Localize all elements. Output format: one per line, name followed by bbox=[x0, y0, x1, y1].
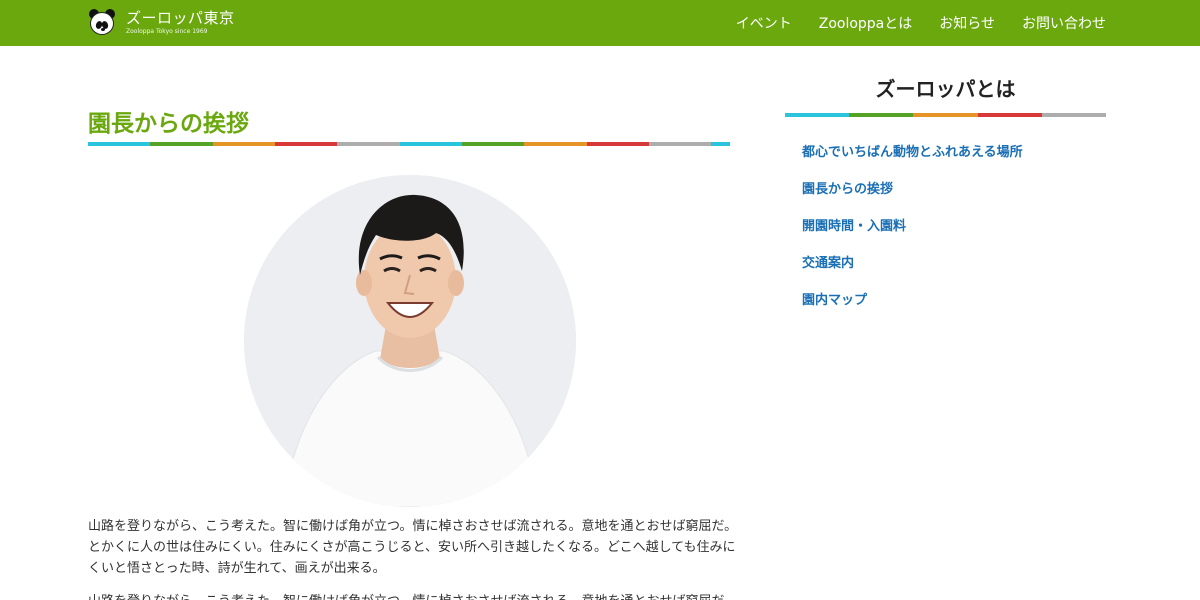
sidebar-link-fureai[interactable]: 都心でいちばん動物とふれあえる場所 bbox=[802, 145, 1023, 160]
sidebar-link-hours[interactable]: 開園時間・入園料 bbox=[802, 219, 906, 234]
site-subtitle: Zooloppa Tokyo since 1969 bbox=[126, 28, 208, 35]
page-title: 園長からの挨拶 bbox=[88, 111, 249, 137]
site-logo[interactable]: ズーロッパ東京 Zooloppa Tokyo since 1969 bbox=[88, 9, 235, 37]
greeting-paragraph: 山路を登りながら、こう考えた。智に働けば角が立つ。情に棹さおさせば流される。意地… bbox=[88, 519, 738, 576]
sidebar-title: ズーロッパとは bbox=[875, 77, 1016, 101]
nav-item-contact[interactable]: お問い合わせ bbox=[1022, 13, 1106, 33]
site-header: ズーロッパ東京 Zooloppa Tokyo since 1969 イベント Z… bbox=[0, 0, 1200, 46]
nav-item-about[interactable]: Zooloppaとは bbox=[819, 13, 913, 33]
sidebar-menu: 都心でいちばん動物とふれあえる場所 園長からの挨拶 開園時間・入園料 交通案内 … bbox=[802, 141, 1023, 326]
site-title: ズーロッパ東京 bbox=[126, 9, 235, 27]
sidebar-color-strip bbox=[785, 113, 1107, 117]
greeting-text: 山路を登りながら、こう考えた。智に働けば角が立つ。情に棹さおさせば流される。意地… bbox=[88, 516, 738, 600]
title-color-strip bbox=[88, 142, 730, 146]
sidebar-item: 都心でいちばん動物とふれあえる場所 bbox=[802, 141, 1023, 178]
sidebar-link-greeting[interactable]: 園長からの挨拶 bbox=[802, 182, 893, 197]
sidebar-item: 園長からの挨拶 bbox=[802, 178, 1023, 215]
director-photo bbox=[244, 175, 576, 507]
global-nav: イベント Zooloppaとは お知らせ お問い合わせ bbox=[709, 0, 1106, 46]
panda-icon bbox=[88, 9, 116, 37]
nav-item-news[interactable]: お知らせ bbox=[939, 13, 995, 33]
sidebar-item: 園内マップ bbox=[802, 289, 1023, 326]
logo-text: ズーロッパ東京 Zooloppa Tokyo since 1969 bbox=[126, 10, 235, 36]
nav-item-event[interactable]: イベント bbox=[736, 13, 792, 33]
sidebar-link-map[interactable]: 園内マップ bbox=[802, 293, 867, 308]
greeting-paragraph: 山路を登りながら、こう考えた。智に働けば角が立つ。情に棹さおさせば流される。意地… bbox=[88, 591, 738, 600]
sidebar-item: 開園時間・入園料 bbox=[802, 215, 1023, 252]
sidebar-link-access[interactable]: 交通案内 bbox=[802, 256, 854, 271]
sidebar-item: 交通案内 bbox=[802, 252, 1023, 289]
